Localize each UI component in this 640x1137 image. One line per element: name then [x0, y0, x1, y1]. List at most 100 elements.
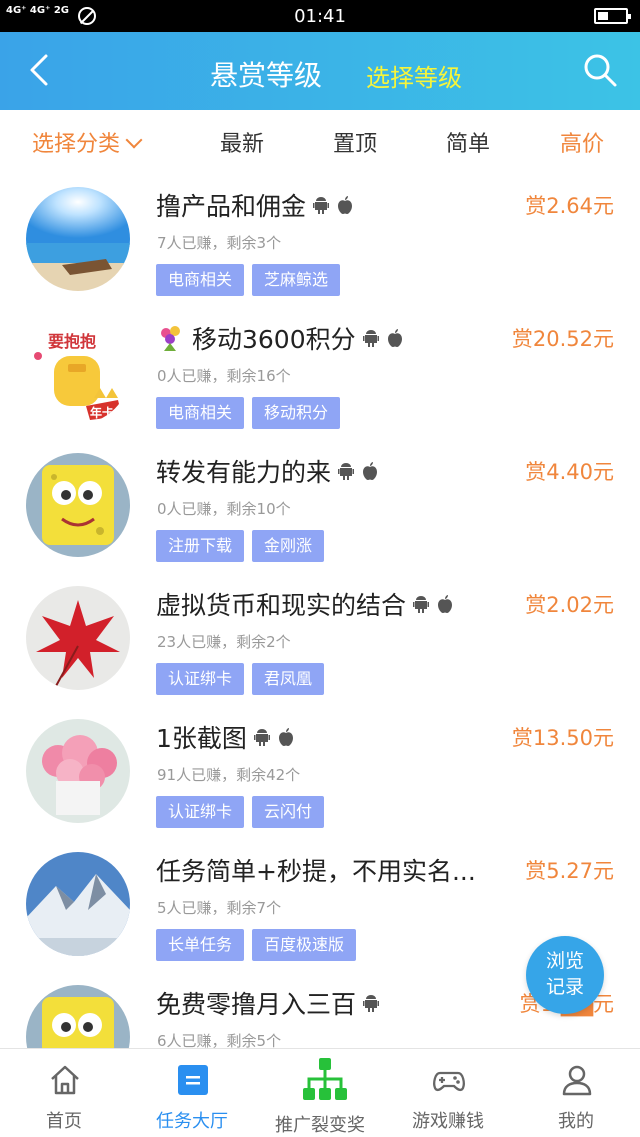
- gamepad-icon: [433, 1071, 465, 1092]
- task-tag: 长单任务: [156, 929, 245, 961]
- task-list: 撸产品和佣金 赏2.64元 7人已赚，剩余3个 电商相关 芝麻鲸选 要抱抱 年卡: [0, 172, 640, 1048]
- task-meta: 0人已赚，剩余16个: [157, 367, 291, 385]
- task-tag: 芝麻鲸选: [252, 264, 341, 296]
- task-tags: 电商相关 芝麻鲸选: [156, 264, 341, 296]
- task-tags: 认证绑卡 云闪付: [156, 796, 325, 828]
- filter-bar: 选择分类 最新 置顶 简单 高价: [0, 110, 640, 172]
- search-icon: [584, 54, 617, 87]
- task-row[interactable]: 撸产品和佣金 赏2.64元 7人已赚，剩余3个 电商相关 芝麻鲸选: [0, 172, 640, 305]
- task-avatar-mountain: [26, 852, 130, 956]
- android-icon: [253, 729, 270, 746]
- task-tag: 电商相关: [156, 397, 245, 429]
- browse-history-line1: 浏览: [545, 950, 584, 972]
- search-button[interactable]: [582, 52, 618, 88]
- tab-high-price[interactable]: 高价: [560, 126, 604, 158]
- share-tree-icon: [303, 1058, 347, 1100]
- flower-emoji-icon: [161, 326, 180, 351]
- task-row[interactable]: 1张截图 赏13.50元 91人已赚，剩余42个 认证绑卡 云闪付: [0, 704, 640, 837]
- task-title: 免费零撸月入三百: [156, 985, 380, 1021]
- apple-icon: [338, 196, 353, 214]
- task-tags: 注册下载 金刚涨: [156, 530, 325, 562]
- battery-icon: [594, 8, 631, 24]
- apple-icon: [363, 462, 378, 480]
- task-tag: 云闪付: [252, 796, 325, 828]
- task-row[interactable]: 转发有能力的来 赏4.40元 0人已赚，剩余10个 注册下载 金刚涨: [0, 438, 640, 571]
- nav-label: 任务大厅: [156, 1111, 228, 1132]
- android-icon: [362, 330, 379, 347]
- task-reward: 赏5.27元: [525, 859, 614, 883]
- task-meta: 91人已赚，剩余42个: [157, 766, 301, 784]
- nav-label: 首页: [46, 1111, 82, 1132]
- nav-label: 我的: [558, 1111, 594, 1132]
- tab-pinned[interactable]: 置顶: [333, 126, 377, 158]
- status-bar: 4G⁺ 4G⁺ 2G 01:41: [0, 0, 640, 32]
- android-icon: [413, 596, 430, 613]
- task-title: 1张截图: [156, 719, 295, 755]
- bottom-nav: 首页 任务大厅 推广裂变奖 游戏赚钱 我的: [0, 1048, 640, 1137]
- task-avatar-sponge: [26, 453, 130, 557]
- task-tags: 电商相关 移动积分: [156, 397, 341, 429]
- browse-history-button[interactable]: 浏览 记录: [526, 936, 604, 1014]
- home-icon: [51, 1065, 79, 1095]
- task-meta: 6人已赚，剩余5个: [157, 1032, 282, 1048]
- select-level-link[interactable]: 选择等级: [366, 58, 462, 93]
- task-meta: 5人已赚，剩余7个: [157, 899, 282, 917]
- task-reward: 赏20.52元: [511, 327, 614, 351]
- task-title: 转发有能力的来: [156, 453, 379, 489]
- task-row[interactable]: 要抱抱 年卡 移动3600积分 赏20.52元 0人已赚，剩余16个 电商相关 …: [0, 305, 640, 438]
- chevron-down-icon: [125, 131, 143, 149]
- task-tag: 认证绑卡: [156, 796, 245, 828]
- chevron-left-icon: [30, 54, 48, 86]
- nav-label: 推广裂变奖: [275, 1115, 365, 1136]
- task-tag: 认证绑卡: [156, 663, 245, 695]
- task-reward: 赏2.64元: [525, 194, 614, 218]
- task-row[interactable]: 虚拟货币和现实的结合 赏2.02元 23人已赚，剩余2个 认证绑卡 君凤凰: [0, 571, 640, 704]
- task-tag: 君凤凰: [252, 663, 325, 695]
- task-tag: 金刚涨: [252, 530, 325, 562]
- task-title: 撸产品和佣金: [156, 187, 354, 223]
- category-dropdown[interactable]: 选择分类: [32, 126, 143, 158]
- tab-simple[interactable]: 简单: [446, 126, 490, 158]
- task-meta: 0人已赚，剩余10个: [157, 500, 291, 518]
- task-tags: 认证绑卡 君凤凰: [156, 663, 325, 695]
- task-avatar-red-packet: 要抱抱 年卡: [26, 320, 130, 424]
- user-icon: [562, 1065, 592, 1096]
- nav-home[interactable]: 首页: [0, 1049, 128, 1137]
- nav-mine[interactable]: 我的: [512, 1049, 640, 1137]
- avatar-badge: 年卡: [90, 406, 115, 420]
- task-meta: 23人已赚，剩余2个: [157, 633, 291, 651]
- task-tags: 长单任务 百度极速版: [156, 929, 357, 961]
- nav-game[interactable]: 游戏赚钱: [384, 1049, 512, 1137]
- nav-promotion[interactable]: 推广裂变奖: [256, 1049, 384, 1137]
- nav-task-hall[interactable]: 任务大厅: [128, 1049, 256, 1137]
- task-tag: 移动积分: [252, 397, 341, 429]
- android-icon: [363, 995, 380, 1012]
- category-label: 选择分类: [32, 132, 121, 157]
- task-title: 虚拟货币和现实的结合: [156, 586, 454, 622]
- task-avatar-flowers: [26, 719, 130, 823]
- task-title: 任务简单+秒提，不用实名...: [156, 857, 476, 886]
- task-avatar-sponge: [26, 985, 130, 1048]
- nav-label: 游戏赚钱: [412, 1111, 484, 1132]
- avatar-caption: 要抱抱: [48, 332, 97, 351]
- task-reward: 赏2.02元: [525, 593, 614, 617]
- apple-icon: [387, 329, 402, 347]
- task-tag: 电商相关: [156, 264, 245, 296]
- task-avatar-sea: [26, 187, 130, 291]
- task-reward: 赏13.50元: [511, 726, 614, 750]
- android-icon: [338, 463, 355, 480]
- browse-history-line2: 记录: [545, 976, 584, 998]
- task-avatar-maple: [26, 586, 130, 690]
- status-time: 01:41: [294, 6, 346, 27]
- task-reward: 赏4.40元: [525, 460, 614, 484]
- app-header: 悬赏等级 选择等级: [0, 32, 640, 110]
- task-hall-icon: [178, 1065, 208, 1095]
- task-tag: 百度极速版: [252, 929, 357, 961]
- task-meta: 7人已赚，剩余3个: [157, 234, 282, 252]
- page-title: 悬赏等级: [210, 59, 323, 92]
- back-button[interactable]: [22, 52, 58, 88]
- tab-latest[interactable]: 最新: [220, 126, 264, 158]
- apple-icon: [438, 595, 453, 613]
- apple-icon: [278, 728, 293, 746]
- task-tag: 注册下载: [156, 530, 245, 562]
